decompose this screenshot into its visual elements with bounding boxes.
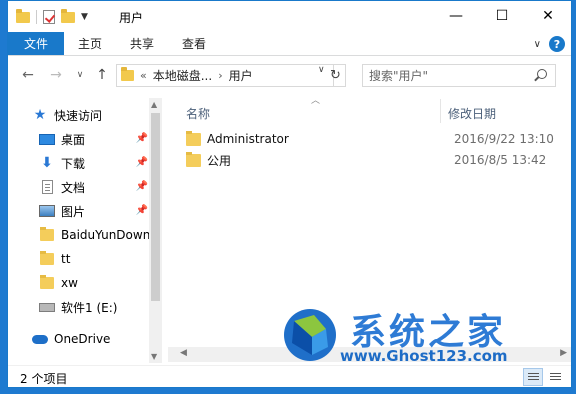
tab-view[interactable]: 查看 (168, 32, 220, 55)
sidebar-item-tt[interactable]: tt (39, 248, 150, 270)
sidebar-item-label: 图片 (61, 204, 86, 219)
sidebar-item-xw[interactable]: xw (39, 272, 150, 294)
explorer-window: ▼ 用户 — ☐ ✕ 文件 主页 共享 查看 ∨ ? ← → ∨ ↑ « 本地磁… (7, 0, 572, 388)
download-icon: ⬇ (41, 155, 53, 171)
sidebar-item-label: 下载 (61, 156, 86, 171)
tab-share[interactable]: 共享 (116, 32, 168, 55)
breadcrumb-segment[interactable]: 本地磁盘... (153, 67, 212, 84)
file-name: 公用 (207, 153, 232, 168)
file-name: Administrator (207, 132, 289, 146)
address-row: ← → ∨ ↑ « 本地磁盘... › 用户 ∨ ↻ 搜索"用户" (8, 61, 571, 89)
ribbon-tabs: 文件 主页 共享 查看 ∨ ? (8, 32, 571, 56)
folder-icon (40, 251, 54, 265)
sidebar-item-pictures[interactable]: 图片 📌 (39, 200, 150, 222)
column-header-modified[interactable]: 修改日期 (448, 103, 496, 123)
folder-icon (16, 8, 30, 23)
search-input[interactable]: 搜索"用户" (362, 64, 556, 87)
customize-toolbar-icon[interactable]: ▼ (81, 12, 88, 22)
pin-icon[interactable]: 📌 (136, 205, 148, 216)
help-icon[interactable]: ? (549, 36, 565, 52)
chevron-down-icon[interactable]: ∨ (534, 39, 541, 50)
file-modified: 2016/9/22 13:10 (454, 132, 554, 146)
folder-icon (186, 151, 201, 167)
sidebar-item-label: 文档 (61, 180, 86, 195)
watermark: 系统之家 www.Ghost123.com (276, 303, 571, 385)
column-divider[interactable] (440, 99, 441, 123)
ribbon-right-controls: ∨ ? (534, 36, 565, 52)
document-icon (41, 180, 53, 194)
address-overflow[interactable]: « (140, 69, 147, 82)
title-bar: ▼ 用户 — ☐ ✕ (8, 1, 571, 32)
drive-icon (39, 302, 55, 312)
navigation-scrollbar[interactable]: ▲ ▼ (149, 98, 162, 363)
refresh-button[interactable]: ↻ (326, 64, 346, 87)
sidebar-item-desktop[interactable]: 桌面 📌 (39, 128, 150, 150)
sidebar-item-label: OneDrive (54, 332, 111, 346)
new-folder-icon[interactable] (61, 8, 75, 23)
back-arrow-icon[interactable]: ← (18, 65, 38, 85)
tab-home[interactable]: 主页 (64, 32, 116, 55)
sidebar-item-drive-e[interactable]: 软件1 (E:) (39, 296, 150, 318)
folder-icon (121, 67, 134, 81)
cloud-icon (32, 334, 48, 344)
forward-arrow-icon[interactable]: → (46, 65, 66, 85)
address-dropdown-icon[interactable]: ∨ (318, 65, 325, 75)
folder-icon (40, 275, 54, 289)
list-item[interactable]: 公用 2016/8/5 13:42 (186, 150, 571, 170)
sidebar-item-label: BaiduYunDown (61, 228, 149, 242)
navigation-pane: ★ 快速访问 桌面 📌 ⬇ 下载 📌 文档 📌 图片 📌 BaiduYunDow… (8, 97, 162, 363)
list-item[interactable]: Administrator 2016/9/22 13:10 (186, 129, 571, 149)
maximize-button[interactable]: ☐ (479, 1, 525, 31)
quick-access-toolbar: ▼ (16, 7, 88, 27)
scroll-left-icon[interactable]: ◀ (180, 348, 187, 358)
search-icon[interactable] (537, 69, 547, 79)
window-controls: — ☐ ✕ (433, 1, 571, 31)
address-bar[interactable]: « 本地磁盘... › 用户 (116, 64, 334, 87)
sidebar-item-label: 软件1 (E:) (61, 300, 118, 315)
pin-icon[interactable]: 📌 (136, 133, 148, 144)
scrollbar-thumb[interactable] (151, 113, 160, 301)
properties-icon[interactable] (43, 10, 55, 24)
up-arrow-icon[interactable]: ↑ (92, 65, 112, 85)
pictures-icon (39, 205, 55, 217)
recent-locations-icon[interactable]: ∨ (70, 65, 90, 85)
toolbar-divider (36, 10, 37, 24)
scroll-down-icon[interactable]: ▼ (151, 352, 157, 361)
folder-icon (40, 227, 54, 241)
sidebar-item-documents[interactable]: 文档 📌 (39, 176, 150, 198)
sidebar-item-label: 快速访问 (54, 108, 103, 123)
breadcrumb-segment[interactable]: 用户 (229, 67, 253, 84)
close-button[interactable]: ✕ (525, 1, 571, 31)
pin-icon[interactable]: 📌 (136, 157, 148, 168)
column-header-name[interactable]: 名称 (186, 103, 210, 123)
window-title: 用户 (119, 11, 144, 25)
minimize-button[interactable]: — (433, 1, 479, 31)
sidebar-item-label: tt (61, 252, 71, 266)
sidebar-item-label: xw (61, 276, 78, 290)
star-icon: ★ (33, 107, 47, 123)
file-modified: 2016/8/5 13:42 (454, 153, 547, 167)
item-count: 2 个项目 (20, 372, 68, 386)
desktop-icon (39, 133, 55, 145)
watermark-logo-icon (284, 309, 336, 361)
sort-ascending-icon: ︿ (311, 96, 321, 106)
pin-icon[interactable]: 📌 (136, 181, 148, 192)
watermark-url: www.Ghost123.com (340, 347, 508, 365)
sidebar-item-downloads[interactable]: ⬇ 下载 📌 (39, 152, 150, 174)
folder-icon (186, 130, 201, 146)
tab-file[interactable]: 文件 (8, 32, 64, 55)
sidebar-item-baiduyundown[interactable]: BaiduYunDown (39, 224, 149, 246)
sidebar-item-label: 桌面 (61, 132, 86, 147)
scroll-up-icon[interactable]: ▲ (151, 100, 157, 109)
breadcrumb-separator[interactable]: › (218, 69, 222, 82)
